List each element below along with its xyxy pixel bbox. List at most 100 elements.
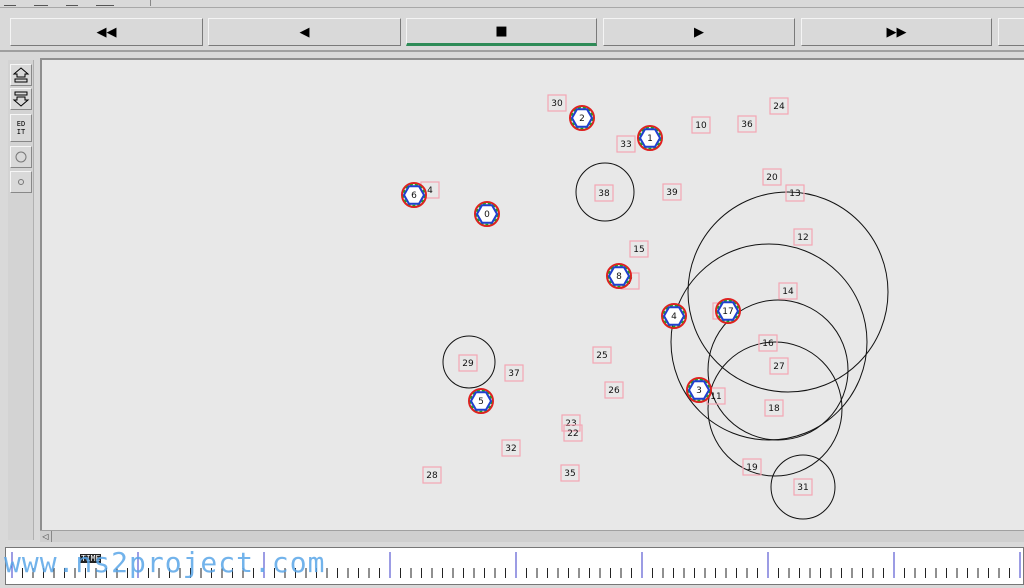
mobile-node[interactable]: 2 — [569, 105, 595, 131]
plain-node[interactable]: 20 — [762, 168, 782, 186]
plain-node[interactable]: 16 — [758, 334, 778, 352]
plain-node[interactable]: 31 — [793, 478, 813, 496]
nam-animator-window: ◀◀ ◀ ■ ▶ ▶▶ ED IT 30 33 10 36 24 4 38 39… — [0, 0, 1024, 588]
menu-fragment[interactable] — [66, 0, 78, 6]
plain-node[interactable]: 35 — [560, 464, 580, 482]
plain-node[interactable]: 30 — [547, 94, 567, 112]
node-label: 20 — [766, 173, 778, 183]
mobile-node[interactable]: 5 — [468, 388, 494, 414]
plain-node[interactable]: 12 — [793, 228, 813, 246]
menu-bar — [0, 0, 1024, 8]
node-label: 35 — [564, 469, 575, 479]
large-circle-tool[interactable] — [10, 146, 32, 168]
plain-node[interactable]: 19 — [742, 458, 762, 476]
edit-button[interactable]: ED IT — [10, 114, 32, 142]
node-label: 37 — [508, 369, 519, 379]
mobile-node[interactable]: 0 — [474, 201, 500, 227]
node-label: 10 — [695, 121, 707, 131]
node-label: 38 — [598, 189, 610, 199]
node-label: 18 — [768, 404, 780, 414]
menu-fragment[interactable] — [34, 0, 48, 6]
network-canvas[interactable]: 3033103624438392013151271491629372527261… — [40, 58, 1024, 530]
horizontal-scrollbar[interactable]: ◁ — [40, 530, 1024, 542]
node-label: 11 — [710, 392, 721, 402]
plain-node[interactable]: 18 — [764, 399, 784, 417]
plain-node[interactable]: 15 — [629, 240, 649, 258]
node-label: 30 — [551, 99, 563, 109]
small-circle-tool[interactable] — [10, 171, 32, 193]
mobile-node[interactable]: 6 — [401, 182, 427, 208]
plain-node[interactable]: 28 — [422, 466, 442, 484]
mobile-node[interactable]: 3 — [686, 377, 712, 403]
node-label: 13 — [789, 189, 800, 199]
mobile-node[interactable]: 17 — [715, 298, 741, 324]
tool-palette: ED IT — [8, 60, 34, 540]
node-label: 12 — [797, 233, 808, 243]
watermark: www.ns2project.com — [4, 546, 326, 579]
fast-forward-button[interactable]: ▶▶ — [801, 18, 992, 46]
node-label: 8 — [616, 272, 622, 282]
fast-forward-icon: ▶▶ — [886, 24, 907, 40]
edit-label-top: ED — [16, 120, 26, 128]
time-display-field[interactable] — [998, 18, 1024, 46]
step-back-icon: ◀ — [299, 24, 310, 40]
plain-node[interactable]: 29 — [458, 354, 478, 372]
menu-fragment[interactable] — [96, 0, 114, 6]
node-label: 23 — [565, 419, 576, 429]
node-label: 32 — [505, 444, 516, 454]
node-label: 29 — [462, 359, 474, 369]
edit-label-bottom: IT — [16, 128, 26, 136]
node-label: 6 — [411, 191, 417, 201]
mobile-node[interactable]: 8 — [606, 263, 632, 289]
node-label: 3 — [696, 386, 702, 396]
stop-icon: ■ — [495, 23, 508, 39]
node-label: 4 — [427, 186, 433, 196]
zoom-out-button[interactable] — [10, 88, 32, 110]
node-label: 27 — [773, 362, 784, 372]
zoom-out-icon — [12, 91, 30, 107]
rewind-button[interactable]: ◀◀ — [10, 18, 203, 46]
node-label: 0 — [484, 210, 490, 220]
plain-node[interactable]: 39 — [662, 183, 682, 201]
stop-button[interactable]: ■ — [406, 18, 597, 46]
plain-node[interactable]: 10 — [691, 116, 711, 134]
node-label: 4 — [671, 312, 677, 322]
step-back-button[interactable]: ◀ — [208, 18, 401, 46]
node-label: 28 — [426, 471, 438, 481]
plain-node[interactable]: 26 — [604, 381, 624, 399]
node-label: 19 — [746, 463, 758, 473]
plain-node[interactable]: 27 — [769, 357, 789, 375]
plain-node[interactable]: 38 — [594, 184, 614, 202]
plain-node[interactable]: 32 — [501, 439, 521, 457]
node-label: 5 — [478, 397, 484, 407]
circle-icon — [15, 151, 27, 163]
play-button[interactable]: ▶ — [603, 18, 795, 46]
node-label: 33 — [620, 140, 631, 150]
play-icon: ▶ — [694, 24, 704, 40]
plain-node[interactable]: 33 — [616, 135, 636, 153]
scroll-left-icon[interactable]: ◁ — [40, 531, 52, 542]
mobile-node[interactable]: 4 — [661, 303, 687, 329]
zoom-in-icon — [12, 67, 30, 83]
plain-node[interactable]: 14 — [778, 282, 798, 300]
rewind-icon: ◀◀ — [96, 24, 117, 40]
playback-toolbar: ◀◀ ◀ ■ ▶ ▶▶ — [0, 9, 1024, 52]
node-label: 39 — [666, 188, 678, 198]
plain-node[interactable]: 24 — [769, 97, 789, 115]
plain-node[interactable]: 25 — [592, 346, 612, 364]
menu-divider — [150, 0, 1024, 6]
mobile-node[interactable]: 1 — [637, 125, 663, 151]
plain-node[interactable]: 36 — [737, 115, 757, 133]
node-label: 17 — [722, 307, 733, 317]
node-label: 15 — [633, 245, 644, 255]
node-label: 24 — [773, 102, 785, 112]
plain-node[interactable]: 37 — [504, 364, 524, 382]
node-label: 25 — [596, 351, 607, 361]
node-label: 31 — [797, 483, 808, 493]
zoom-in-button[interactable] — [10, 64, 32, 86]
small-circle-icon — [18, 179, 24, 185]
node-label: 22 — [567, 429, 578, 439]
menu-fragment[interactable] — [4, 0, 16, 6]
node-label: 14 — [782, 287, 794, 297]
node-label: 36 — [741, 120, 753, 130]
